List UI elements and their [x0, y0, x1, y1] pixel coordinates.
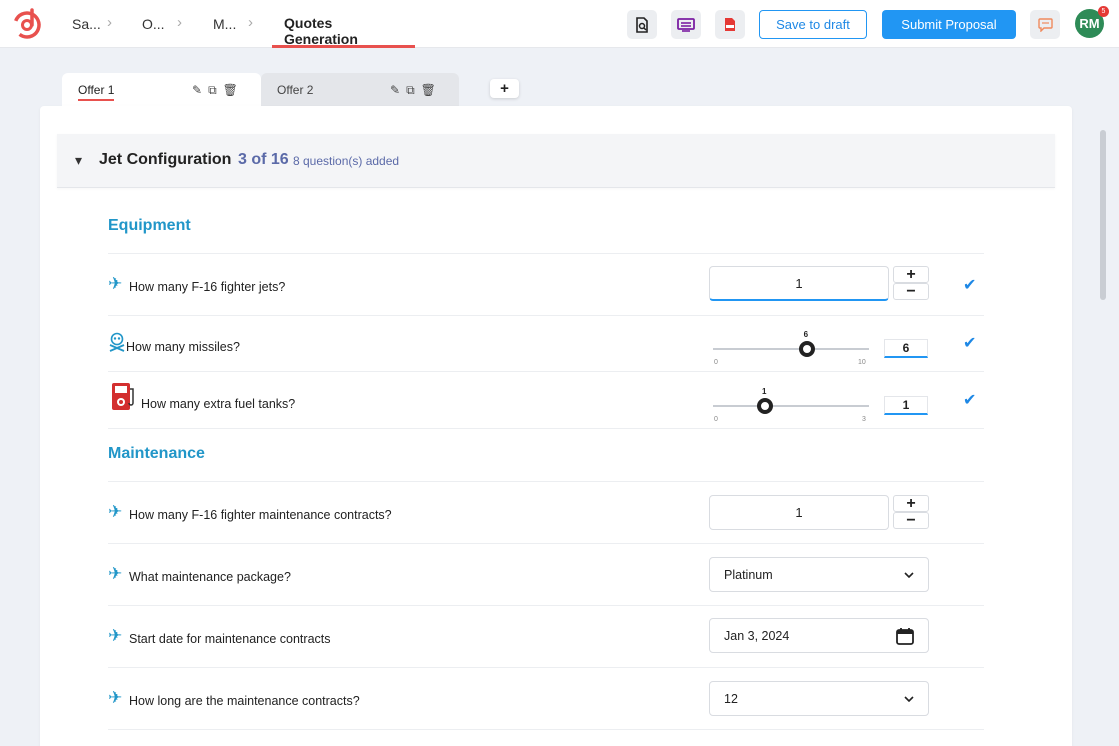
check-icon: ✔	[963, 335, 977, 352]
section-progress: 3 of 16	[238, 151, 289, 168]
missiles-slider-thumb[interactable]	[798, 341, 815, 357]
check-icon: ✔	[963, 277, 977, 294]
chevron-right-icon: ›	[107, 14, 112, 31]
add-offer-button[interactable]: +	[490, 79, 519, 98]
pdf-icon	[725, 18, 735, 31]
select-value: 12	[724, 691, 738, 706]
slider-min-label: 0	[714, 416, 718, 423]
plane-icon: ✈	[108, 564, 123, 583]
fuel-tanks-value-input[interactable]: 1	[884, 396, 928, 415]
document-search-icon	[636, 16, 648, 33]
app-logo-icon[interactable]	[12, 8, 44, 40]
section-header[interactable]: ▾ Jet Configuration 3 of 16 8 question(s…	[57, 134, 1055, 188]
question-label: Start date for maintenance contracts	[129, 632, 331, 646]
edit-icon[interactable]: ✎	[390, 83, 400, 98]
divider	[108, 315, 984, 316]
fuel-tanks-slider-track[interactable]	[713, 405, 869, 407]
edit-icon[interactable]: ✎	[192, 83, 202, 98]
plane-icon: ✈	[108, 626, 123, 645]
chevron-down-icon	[904, 571, 914, 578]
increment-button[interactable]: +	[893, 266, 929, 283]
question-label: How long are the maintenance contracts?	[129, 694, 360, 708]
trash-icon[interactable]: 🗑	[223, 83, 238, 98]
group-title-equipment: Equipment	[108, 217, 191, 234]
chevron-down-icon[interactable]: ▾	[75, 152, 82, 169]
tab-label: Offer 1	[78, 83, 115, 101]
calendar-icon[interactable]	[896, 627, 914, 645]
chevron-down-icon	[904, 695, 914, 702]
scrollbar-thumb[interactable]	[1100, 130, 1106, 300]
date-value: Jan 3, 2024	[724, 628, 790, 643]
slider-max-label: 10	[858, 359, 866, 366]
presentation-button[interactable]	[671, 10, 701, 39]
missiles-slider-track[interactable]	[713, 348, 869, 350]
breadcrumb-item-3[interactable]: M...	[213, 16, 236, 32]
slider-value-label: 6	[803, 330, 809, 339]
plane-icon: ✈	[108, 274, 123, 293]
submit-proposal-button[interactable]: Submit Proposal	[882, 10, 1016, 39]
missiles-value-input[interactable]: 6	[884, 339, 928, 358]
tab-offer-1[interactable]: Offer 1 ✎ ⧉ 🗑	[62, 73, 261, 106]
section-title: Jet Configuration	[99, 151, 232, 168]
section-note: 8 question(s) added	[293, 154, 400, 168]
top-bar: Sa... › O... › M... › Quotes Generation …	[0, 0, 1119, 48]
select-value: Platinum	[724, 567, 773, 582]
question-label: How many extra fuel tanks?	[141, 397, 296, 411]
question-label: How many F-16 fighter jets?	[129, 280, 286, 294]
decrement-button[interactable]: −	[893, 512, 929, 529]
divider	[108, 481, 984, 482]
copy-icon[interactable]: ⧉	[208, 83, 217, 98]
jets-quantity-stepper: + −	[893, 266, 929, 301]
maintenance-package-select[interactable]: Platinum	[709, 557, 929, 592]
maintenance-contracts-stepper: + −	[893, 495, 929, 530]
divider	[108, 605, 984, 606]
maintenance-contracts-input[interactable]: 1	[709, 495, 889, 530]
skull-crossbones-icon	[109, 332, 125, 352]
slider-value-label: 1	[761, 387, 767, 396]
breadcrumb-item-2[interactable]: O...	[142, 16, 165, 32]
divider	[108, 729, 984, 730]
decrement-button[interactable]: −	[893, 283, 929, 300]
slider-min-label: 0	[714, 359, 718, 366]
chevron-right-icon: ›	[248, 14, 253, 31]
chevron-right-icon: ›	[177, 14, 182, 31]
divider	[108, 371, 984, 372]
tab-offer-2[interactable]: Offer 2 ✎ ⧉ 🗑	[261, 73, 459, 106]
breadcrumb-current: Quotes Generation	[272, 0, 415, 48]
question-label: How many missiles?	[126, 340, 240, 354]
group-title-maintenance: Maintenance	[108, 445, 205, 462]
slider-max-label: 3	[862, 416, 866, 423]
presentation-icon	[677, 17, 695, 32]
increment-button[interactable]: +	[893, 495, 929, 512]
save-to-draft-button[interactable]: Save to draft	[759, 10, 867, 39]
comments-button[interactable]	[1030, 10, 1060, 39]
notification-badge: 5	[1098, 6, 1109, 17]
divider	[108, 667, 984, 668]
breadcrumb-item-1[interactable]: Sa...	[72, 16, 101, 32]
document-search-button[interactable]	[627, 10, 657, 39]
divider	[108, 428, 984, 429]
question-label: How many F-16 fighter maintenance contra…	[129, 508, 392, 522]
contract-length-select[interactable]: 12	[709, 681, 929, 716]
copy-icon[interactable]: ⧉	[406, 83, 415, 98]
divider	[108, 253, 984, 254]
plane-icon: ✈	[108, 502, 123, 521]
plane-icon: ✈	[108, 688, 123, 707]
chat-bubble-icon	[1037, 17, 1053, 32]
fuel-pump-icon	[112, 383, 134, 410]
jets-quantity-input[interactable]: 1	[709, 266, 889, 301]
pdf-export-button[interactable]	[715, 10, 745, 39]
trash-icon[interactable]: 🗑	[421, 83, 436, 98]
question-label: What maintenance package?	[129, 570, 291, 584]
tab-label: Offer 2	[277, 83, 314, 97]
fuel-tanks-slider-thumb[interactable]	[756, 398, 773, 414]
start-date-input[interactable]: Jan 3, 2024	[709, 618, 929, 653]
divider	[108, 543, 984, 544]
check-icon: ✔	[963, 392, 977, 409]
